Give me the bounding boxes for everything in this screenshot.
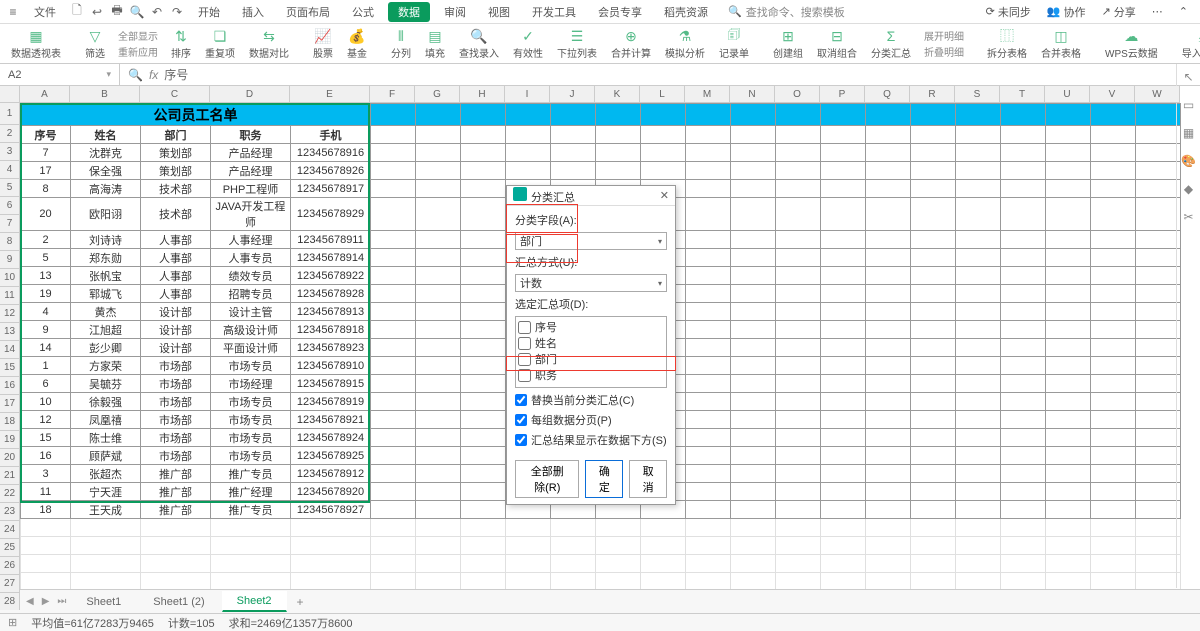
- detail-mini[interactable]: 展开明细折叠明细: [920, 28, 968, 59]
- whatif-button[interactable]: ⚗模拟分析: [660, 27, 710, 60]
- cursor-icon[interactable]: ↖: [1183, 70, 1193, 84]
- item-check-1[interactable]: [518, 337, 531, 350]
- sheet-tab-1[interactable]: Sheet1 (2): [138, 592, 219, 612]
- tab-last-icon[interactable]: ⏭: [54, 596, 69, 607]
- preview-icon[interactable]: 🔍: [130, 5, 144, 19]
- status-sum: 求和=2469亿1357万8600: [229, 615, 353, 631]
- consolidate-button[interactable]: ⊕合并计算: [606, 27, 656, 60]
- row-headers[interactable]: 1234567891011121314151617181920212223242…: [0, 103, 20, 610]
- merge-table-button[interactable]: ◫合并表格: [1036, 27, 1086, 60]
- stock-button[interactable]: 📈股票: [308, 27, 338, 60]
- tab-review[interactable]: 审阅: [436, 2, 474, 22]
- style-icon[interactable]: ▦: [1183, 126, 1194, 140]
- menu-bar: ≡ 文件 🗋 ↩ 🖶 🔍 ↶ ↷ 开始 插入 页面布局 公式 数据 审阅 视图 …: [0, 0, 1200, 24]
- dialog-icon: [513, 187, 527, 201]
- cloud-data-button[interactable]: ☁WPS云数据: [1100, 27, 1163, 60]
- status-avg: 平均值=61亿7283万9465: [31, 615, 154, 631]
- pagebreak-check[interactable]: 每组数据分页(P): [515, 412, 667, 428]
- tab-layout[interactable]: 页面布局: [278, 2, 338, 22]
- sheet-tab-0[interactable]: Sheet1: [71, 592, 136, 612]
- ungroup-button[interactable]: ⊟取消组合: [812, 27, 862, 60]
- ribbon: ▦数据透视表 ▽筛选 全部显示重新应用 ⇅排序 ❏重复项 ⇆数据对比 📈股票 💰…: [0, 24, 1200, 64]
- subtotal-dialog: 分类汇总 ✕ 分类字段(A): 部门▾ 汇总方式(U): 计数▾ 选定汇总项(D…: [506, 185, 676, 505]
- redo-icon[interactable]: ↷: [170, 5, 184, 19]
- import-button[interactable]: ⤓导入数据: [1177, 27, 1200, 60]
- items-list[interactable]: 序号 姓名 部门 职务: [515, 316, 667, 388]
- group-button[interactable]: ⊞创建组: [768, 27, 808, 60]
- tools-icon[interactable]: ◆: [1184, 182, 1193, 196]
- compare-button[interactable]: ⇆数据对比: [244, 27, 294, 60]
- fx-icon[interactable]: fx: [149, 68, 158, 82]
- file-menu[interactable]: 文件: [26, 2, 64, 22]
- tab-next-icon[interactable]: ▶: [39, 596, 53, 607]
- tab-data[interactable]: 数据: [388, 2, 430, 22]
- palette-icon[interactable]: 🎨: [1181, 154, 1196, 168]
- tab-prev-icon[interactable]: ◀: [23, 596, 37, 607]
- search-fx-icon[interactable]: 🔍: [128, 68, 143, 82]
- ok-button[interactable]: 确定: [585, 460, 623, 498]
- dialog-title: 分类汇总: [531, 192, 575, 204]
- tab-formula[interactable]: 公式: [344, 2, 382, 22]
- expand-icon[interactable]: ⌃: [1173, 5, 1194, 18]
- collab-button[interactable]: 👥 协作: [1041, 4, 1092, 20]
- sheet-tab-2[interactable]: Sheet2: [222, 591, 287, 612]
- dialog-close-button[interactable]: ✕: [660, 189, 669, 202]
- pivot-table-button[interactable]: ▦数据透视表: [6, 27, 66, 60]
- clip-icon[interactable]: ✂: [1183, 210, 1193, 224]
- tab-start[interactable]: 开始: [190, 2, 228, 22]
- tab-insert[interactable]: 插入: [234, 2, 272, 22]
- save-icon[interactable]: 🗋: [70, 5, 84, 19]
- remove-all-button[interactable]: 全部删除(R): [515, 460, 579, 498]
- tab-resources[interactable]: 稻壳资源: [656, 2, 716, 22]
- tab-view[interactable]: 视图: [480, 2, 518, 22]
- field-label: 分类字段(A):: [515, 212, 667, 228]
- sheet-tabs: ⏮ ◀ ▶ ⏭ Sheet1 Sheet1 (2) Sheet2 +: [0, 589, 1200, 613]
- text2col-button[interactable]: ⫴分列: [386, 27, 416, 60]
- right-panel: ↖ ▭ ▦ 🎨 ◆ ✂: [1176, 64, 1200, 588]
- select-all-corner[interactable]: [0, 86, 20, 103]
- filter-mini[interactable]: 全部显示重新应用: [114, 28, 162, 59]
- new-icon[interactable]: ↩: [90, 5, 104, 19]
- item-check-2[interactable]: [518, 353, 531, 366]
- more-icon[interactable]: ⋯: [1146, 5, 1169, 18]
- status-count: 计数=105: [168, 615, 215, 631]
- command-search[interactable]: 🔍 查找命令、搜索模板: [728, 4, 845, 20]
- form-button[interactable]: 🗊记录单: [714, 27, 754, 60]
- replace-check[interactable]: 替换当前分类汇总(C): [515, 392, 667, 408]
- dropdown-button[interactable]: ☰下拉列表: [552, 27, 602, 60]
- method-label: 汇总方式(U):: [515, 254, 667, 270]
- formula-value[interactable]: 序号: [164, 66, 188, 83]
- fill-button[interactable]: ▤填充: [420, 27, 450, 60]
- print-icon[interactable]: 🖶: [110, 5, 124, 19]
- unsync-status[interactable]: ⟳ 未同步: [980, 4, 1037, 20]
- item-check-3[interactable]: [518, 369, 531, 382]
- status-bar: ⊞ 平均值=61亿7283万9465 计数=105 求和=2469亿1357万8…: [0, 613, 1200, 631]
- status-icon[interactable]: ⊞: [8, 616, 17, 629]
- item-check-0[interactable]: [518, 321, 531, 334]
- find-entry-button[interactable]: 🔍查找录入: [454, 27, 504, 60]
- dup-button[interactable]: ❏重复项: [200, 27, 240, 60]
- validation-button[interactable]: ✓有效性: [508, 27, 548, 60]
- method-select[interactable]: 计数▾: [515, 274, 667, 292]
- items-label: 选定汇总项(D):: [515, 296, 667, 312]
- undo-icon[interactable]: ↶: [150, 5, 164, 19]
- tab-member[interactable]: 会员专享: [590, 2, 650, 22]
- below-check[interactable]: 汇总结果显示在数据下方(S): [515, 432, 667, 448]
- filter-button[interactable]: ▽筛选: [80, 27, 110, 60]
- split-table-button[interactable]: ⿲拆分表格: [982, 27, 1032, 60]
- fund-button[interactable]: 💰基金: [342, 27, 372, 60]
- share-button[interactable]: ↗ 分享: [1096, 4, 1142, 20]
- sort-button[interactable]: ⇅排序: [166, 27, 196, 60]
- column-headers[interactable]: ABCDEFGHIJKLMNOPQRSTUVW: [20, 86, 1180, 103]
- subtotal-button[interactable]: Σ分类汇总: [866, 27, 916, 60]
- cancel-button[interactable]: 取消: [629, 460, 667, 498]
- add-sheet-button[interactable]: +: [289, 595, 312, 609]
- name-box[interactable]: A2▾: [0, 64, 120, 85]
- menu-icon[interactable]: ≡: [6, 5, 20, 19]
- formula-bar: A2▾ 🔍 fx 序号: [0, 64, 1200, 86]
- field-select[interactable]: 部门▾: [515, 232, 667, 250]
- dialog-header[interactable]: 分类汇总 ✕: [507, 186, 675, 206]
- chart-icon[interactable]: ▭: [1183, 98, 1194, 112]
- tab-devtools[interactable]: 开发工具: [524, 2, 584, 22]
